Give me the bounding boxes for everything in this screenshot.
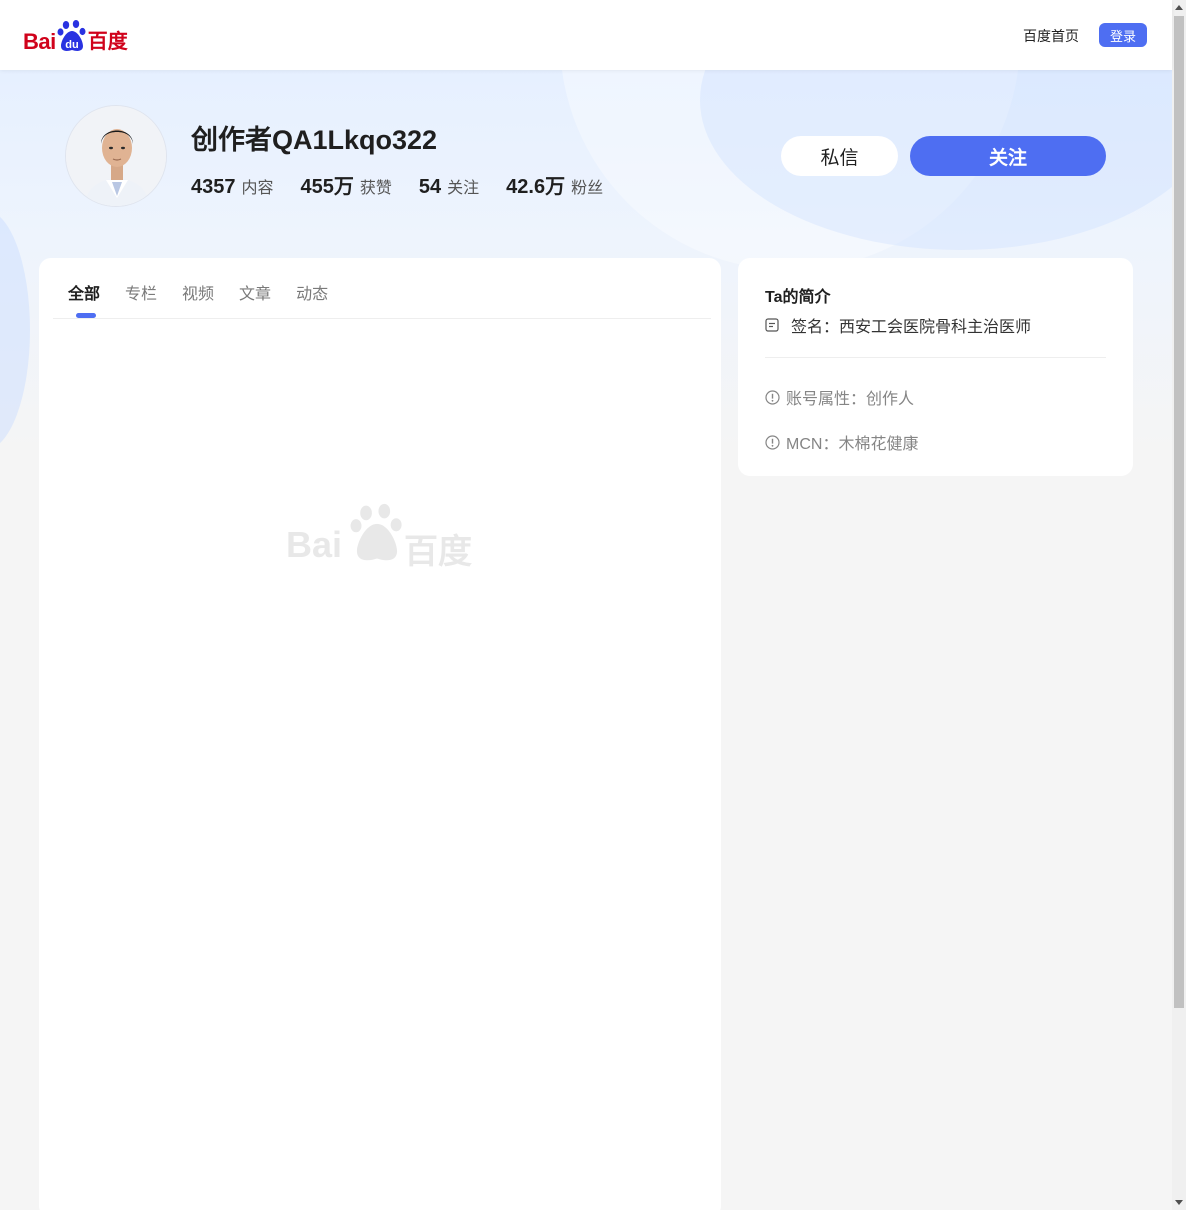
logo-du-text: du: [65, 39, 78, 51]
stat-label: 获赞: [359, 180, 392, 197]
account-type-text: 账号属性：创作人: [786, 391, 915, 408]
scroll-thumb[interactable]: [1174, 16, 1184, 1008]
scroll-up-icon[interactable]: [1175, 5, 1183, 10]
stat-content[interactable]: 4357 内容: [191, 174, 274, 199]
tab-all[interactable]: 全部: [68, 280, 100, 304]
mcn-row: MCN：木棉花健康: [765, 430, 918, 454]
intro-card: Ta的简介 签名：西安工会医院骨科主治医师 账号属性：创作人 MCN：木棉花健康: [738, 258, 1133, 476]
stat-number: 455万: [300, 176, 354, 198]
signature-text: 签名：西安工会医院骨科主治医师: [791, 319, 1032, 336]
stat-likes: 455万 获赞: [301, 170, 392, 199]
page-scrollbar[interactable]: [1172, 0, 1186, 1210]
scroll-down-icon[interactable]: [1175, 1200, 1183, 1205]
profile-stats: 4357 内容 455万 获赞 54 关注 42.6万 粉丝: [191, 170, 630, 199]
loading-placeholder-logo: Bai 百度: [286, 498, 476, 571]
message-button[interactable]: 私信: [781, 136, 898, 176]
paw-icon: du: [57, 19, 87, 53]
tab-video[interactable]: 视频: [182, 280, 214, 304]
stat-label: 关注: [447, 180, 480, 197]
intro-divider: [765, 357, 1106, 358]
logo-bai-text: Bai: [23, 29, 56, 54]
intro-title: Ta的简介: [765, 289, 831, 306]
tab-article[interactable]: 文章: [239, 280, 271, 304]
info-icon: [765, 434, 780, 450]
baidu-logo[interactable]: Bai du 百度: [23, 17, 128, 53]
stat-number: 4357: [191, 176, 236, 198]
content-tabs: 全部 专栏 视频 文章 动态: [68, 280, 353, 304]
placeholder-paw-icon: [350, 503, 402, 561]
info-icon: [765, 389, 780, 405]
top-navbar: Bai du 百度 百度首页 登录: [0, 0, 1172, 70]
stat-number: 42.6万: [506, 176, 566, 198]
tab-column[interactable]: 专栏: [125, 280, 157, 304]
mcn-text: MCN：木棉花健康: [786, 436, 919, 453]
baidu-home-link[interactable]: 百度首页: [1023, 26, 1079, 46]
placeholder-bai-text: Bai: [286, 524, 343, 565]
login-button[interactable]: 登录: [1099, 23, 1147, 47]
profile-name: 创作者QA1Lkqo322: [191, 125, 438, 155]
stat-number: 54: [418, 176, 442, 198]
signature-row: 签名：西安工会医院骨科主治医师: [765, 313, 1031, 337]
stat-following[interactable]: 54 关注: [419, 174, 479, 199]
content-card: 全部 专栏 视频 文章 动态 Bai 百度: [39, 258, 721, 1210]
logo-cn-text: 百度: [87, 31, 128, 53]
account-type-row: 账号属性：创作人: [765, 385, 914, 409]
avatar[interactable]: [65, 105, 167, 207]
tab-dynamic[interactable]: 动态: [296, 280, 328, 304]
stat-label: 内容: [241, 180, 274, 197]
placeholder-cn-text: 百度: [404, 533, 472, 571]
stat-label: 粉丝: [571, 180, 604, 197]
document-icon: [765, 318, 779, 332]
stat-fans[interactable]: 42.6万 粉丝: [506, 170, 603, 199]
follow-button[interactable]: 关注: [910, 136, 1106, 176]
tab-divider: [53, 318, 711, 319]
